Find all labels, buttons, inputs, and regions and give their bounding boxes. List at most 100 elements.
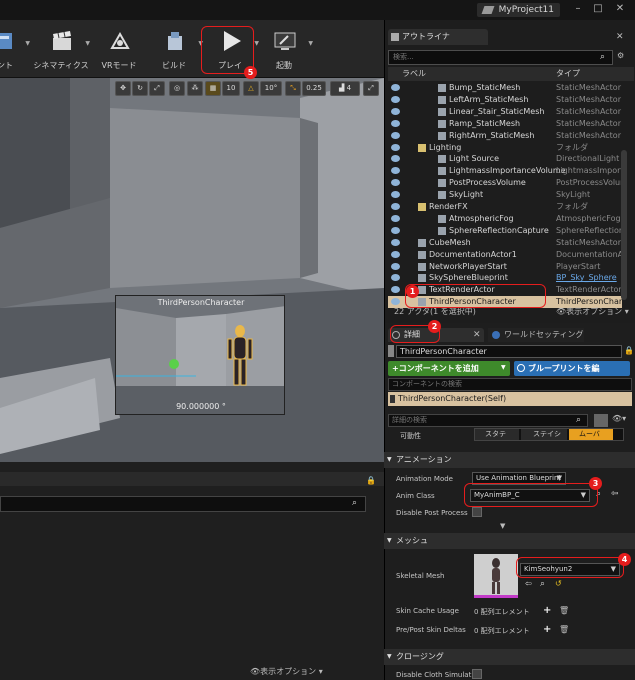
trash-icon[interactable]: 🗑 xyxy=(559,606,569,615)
trash-icon[interactable]: 🗑 xyxy=(559,625,569,634)
rotation-snap-icon[interactable]: △ xyxy=(243,81,259,96)
use-selected-icon[interactable]: ⇦ xyxy=(611,489,619,499)
outliner-row[interactable]: CubeMesh StaticMeshActor xyxy=(388,237,622,249)
mobility-static[interactable]: スタテ xyxy=(475,429,519,440)
disable-post-checkbox[interactable] xyxy=(472,507,482,517)
visibility-eye-icon[interactable] xyxy=(391,167,400,175)
visibility-eye-icon[interactable] xyxy=(391,250,400,258)
lock-icon[interactable]: 🔒 xyxy=(624,346,634,355)
world-space-icon[interactable]: ◎ xyxy=(169,81,185,96)
outliner-row[interactable]: DocumentationActor1 DocumentationAct xyxy=(388,249,622,261)
visibility-eye-icon[interactable] xyxy=(391,214,400,222)
tab-world-settings[interactable]: ワールドセッティング xyxy=(488,328,584,342)
section-mesh[interactable]: ▼ メッシュ xyxy=(384,533,635,549)
move-tool-icon[interactable]: ✥ xyxy=(115,81,131,96)
outliner-row[interactable]: Ramp_StaticMesh StaticMeshActor xyxy=(388,118,622,130)
outliner-view-options[interactable]: 👁表示オプション ▾ xyxy=(556,306,629,317)
cb-view-options[interactable]: 👁表示オプション ▾ xyxy=(250,666,323,677)
visibility-eye-icon[interactable] xyxy=(391,84,400,91)
grid-snap-icon[interactable]: ▦ xyxy=(205,81,221,96)
edit-blueprint-button[interactable]: ブループリントを編 xyxy=(514,361,630,376)
scale-size[interactable]: 0.25 xyxy=(302,81,326,96)
close-icon[interactable]: ✕ xyxy=(613,3,627,15)
toolbar-launch-button[interactable]: 起動 ▼ xyxy=(255,26,313,74)
surface-snap-icon[interactable]: ⁂ xyxy=(187,81,203,96)
label-column[interactable]: ラベル xyxy=(402,67,426,81)
visibility-eye-icon[interactable] xyxy=(391,131,400,139)
maximize-icon[interactable]: □ xyxy=(591,3,605,15)
camera-speed[interactable]: ▟ 4 xyxy=(330,81,360,96)
outliner-row-type[interactable]: BP_Sky_Sphere xyxy=(556,272,617,284)
grid-view-icon[interactable] xyxy=(594,414,608,427)
scale-snap-icon[interactable]: ⤡ xyxy=(285,81,301,96)
lock-icon[interactable]: 🔒 xyxy=(366,476,376,486)
outliner-row[interactable]: AtmosphericFog AtmosphericFog xyxy=(388,213,622,225)
visibility-eye-icon[interactable] xyxy=(391,226,400,234)
outliner-row[interactable]: Lighting フォルダ xyxy=(388,142,622,154)
visibility-eye-icon[interactable] xyxy=(391,286,400,294)
component-search-input[interactable]: コンポーネントの検索 xyxy=(388,378,632,391)
search-icon[interactable]: ⌕ xyxy=(352,498,362,508)
eye-icon[interactable]: 👁▾ xyxy=(612,414,626,423)
toolbar-blueprint-button[interactable]: リント ▼ xyxy=(0,26,30,74)
content-search-input[interactable] xyxy=(0,496,366,512)
outliner-row[interactable]: Light Source DirectionalLight xyxy=(388,153,622,165)
toolbar-cinematics-button[interactable]: シネマティクス ▼ xyxy=(32,26,90,74)
section-animation[interactable]: ▼ アニメーション xyxy=(384,452,635,468)
add-element-icon[interactable]: + xyxy=(543,605,551,616)
visibility-eye-icon[interactable] xyxy=(391,262,400,270)
maximize-viewport-icon[interactable]: ⤢ xyxy=(363,81,379,96)
visibility-eye-icon[interactable] xyxy=(391,203,400,210)
mobility-movable[interactable]: ムーバ xyxy=(569,429,613,440)
outliner-row[interactable]: RenderFX フォルダ xyxy=(388,201,622,213)
reset-icon[interactable]: ↺ xyxy=(555,579,562,588)
outliner-row[interactable]: RightArm_StaticMesh StaticMeshActor xyxy=(388,130,622,142)
visibility-eye-icon[interactable] xyxy=(391,238,400,246)
outliner-scrollbar[interactable] xyxy=(621,150,627,300)
grid-size[interactable]: 10 xyxy=(222,81,240,96)
outliner-row[interactable]: PostProcessVolume PostProcessVolum xyxy=(388,177,622,189)
scale-tool-icon[interactable]: ⤢ xyxy=(149,81,165,96)
toolbar-build-button[interactable]: ビルド ▼ xyxy=(145,26,203,74)
visibility-eye-icon[interactable] xyxy=(391,155,400,163)
rotate-tool-icon[interactable]: ↻ xyxy=(132,81,148,96)
outliner-row[interactable]: NetworkPlayerStart PlayerStart xyxy=(388,261,622,273)
rotation-size[interactable]: 10° xyxy=(260,81,282,96)
actor-name-field[interactable]: ThirdPersonCharacter xyxy=(396,345,622,358)
mesh-thumbnail[interactable] xyxy=(474,554,518,598)
add-component-button[interactable]: +コンポーネントを追加 xyxy=(388,361,510,376)
minimize-icon[interactable]: – xyxy=(571,3,585,15)
add-element-icon[interactable]: + xyxy=(543,624,551,635)
visibility-eye-icon[interactable] xyxy=(391,107,400,115)
expand-icon[interactable]: ▼ xyxy=(500,522,505,530)
type-column[interactable]: タイプ xyxy=(556,67,580,81)
outliner-row[interactable]: Linear_Stair_StaticMesh StaticMeshActor xyxy=(388,106,622,118)
outliner-search-input[interactable]: 検索... xyxy=(388,50,613,65)
detail-search-input[interactable]: 詳細の検索 xyxy=(388,414,588,427)
outliner-row[interactable]: LeftArm_StaticMesh StaticMeshActor xyxy=(388,94,622,106)
visibility-eye-icon[interactable] xyxy=(391,179,400,187)
outliner-row[interactable]: SkySphereBlueprint BP_Sky_Sphere xyxy=(388,272,622,284)
component-self-item[interactable]: ThirdPersonCharacter(Self) xyxy=(388,392,632,406)
tab-outliner[interactable]: アウトライナ xyxy=(388,29,488,45)
visibility-eye-icon[interactable] xyxy=(391,191,400,199)
visibility-eye-icon[interactable] xyxy=(391,95,400,103)
toolbar-vr-button[interactable]: VRモード xyxy=(90,26,148,74)
visibility-eye-icon[interactable] xyxy=(391,143,400,151)
browse-icon[interactable]: ⌕ xyxy=(540,579,545,589)
visibility-eye-icon[interactable] xyxy=(391,298,400,306)
outliner-row[interactable]: Bump_StaticMesh StaticMeshActor xyxy=(388,82,622,94)
outliner-row[interactable]: SkyLight SkyLight xyxy=(388,189,622,201)
project-tab[interactable]: MyProject11 xyxy=(476,3,560,17)
outliner-options-icon[interactable]: ⚙ xyxy=(617,51,624,60)
visibility-eye-icon[interactable] xyxy=(391,119,400,127)
section-clothing[interactable]: ▼ クロージング xyxy=(384,649,635,665)
disable-cloth-checkbox[interactable] xyxy=(472,669,482,679)
mobility-stationary[interactable]: ステイシ xyxy=(521,429,567,440)
outliner-row[interactable]: LightmassImportanceVolume LightmassImport… xyxy=(388,165,622,177)
use-selected-icon[interactable]: ⇦ xyxy=(525,579,532,588)
chevron-down-icon[interactable]: ▼ xyxy=(25,40,30,47)
outliner-row[interactable]: SphereReflectionCapture SphereReflectionC xyxy=(388,225,622,237)
close-icon[interactable]: ✕ xyxy=(616,32,624,42)
visibility-eye-icon[interactable] xyxy=(391,274,400,282)
